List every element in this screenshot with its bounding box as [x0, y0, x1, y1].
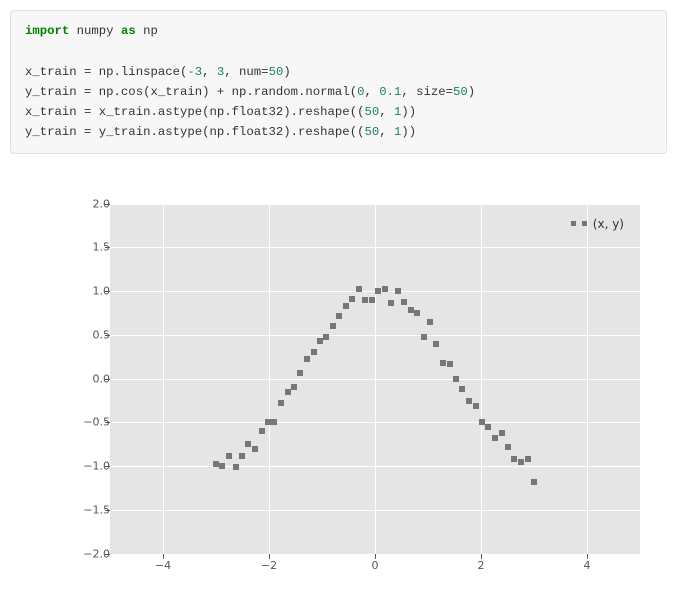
data-point — [388, 300, 394, 306]
data-point — [499, 430, 505, 436]
data-point — [349, 296, 355, 302]
data-point — [213, 461, 219, 467]
data-point — [304, 356, 310, 362]
data-point — [233, 464, 239, 470]
scatter-chart: (x, y) −2.0 −1.5 −1.0 −0.5 0.0 0.5 1.0 1.5 2.0 −4… — [50, 199, 650, 579]
data-point — [239, 453, 245, 459]
ytick-label: 0.5 — [70, 328, 110, 341]
data-point — [427, 319, 433, 325]
data-point — [219, 463, 225, 469]
data-point — [323, 334, 329, 340]
ytick-label: 1.0 — [70, 285, 110, 298]
data-point — [492, 435, 498, 441]
data-point — [317, 338, 323, 344]
xtick-label: 2 — [478, 559, 485, 572]
data-point — [291, 384, 297, 390]
data-point — [531, 479, 537, 485]
legend-label: (x, y) — [593, 217, 624, 231]
ytick-label: −1.0 — [70, 460, 110, 473]
data-point — [414, 310, 420, 316]
data-point — [466, 398, 472, 404]
data-point — [265, 419, 271, 425]
data-point — [252, 446, 258, 452]
xtick-label: −4 — [155, 559, 171, 572]
data-point — [525, 456, 531, 462]
data-point — [473, 403, 479, 409]
ytick-label: −0.5 — [70, 416, 110, 429]
legend-marker — [571, 221, 576, 226]
ytick-label: 1.5 — [70, 241, 110, 254]
data-point — [401, 299, 407, 305]
data-point — [447, 361, 453, 367]
data-point — [297, 370, 303, 376]
data-point — [369, 297, 375, 303]
data-point — [408, 307, 414, 313]
data-point — [479, 419, 485, 425]
ytick-label: 2.0 — [70, 197, 110, 210]
code-block: import numpy as np x_train = np.linspace… — [10, 10, 667, 154]
data-point — [311, 349, 317, 355]
data-point — [356, 286, 362, 292]
data-point — [343, 303, 349, 309]
data-point — [459, 386, 465, 392]
data-point — [511, 456, 517, 462]
data-point — [226, 453, 232, 459]
data-point — [362, 297, 368, 303]
xtick-label: 0 — [372, 559, 379, 572]
data-point — [440, 360, 446, 366]
data-point — [278, 400, 284, 406]
data-point — [330, 323, 336, 329]
data-point — [382, 286, 388, 292]
legend: (x, y) — [563, 212, 632, 236]
data-point — [375, 288, 381, 294]
ytick-label: −1.5 — [70, 503, 110, 516]
data-point — [395, 288, 401, 294]
plot-area: (x, y) — [110, 204, 640, 554]
data-point — [336, 313, 342, 319]
data-point — [518, 459, 524, 465]
data-point — [421, 334, 427, 340]
data-point — [433, 341, 439, 347]
xtick-label: 4 — [584, 559, 591, 572]
data-point — [485, 424, 491, 430]
data-point — [259, 428, 265, 434]
data-point — [271, 419, 277, 425]
data-point — [245, 441, 251, 447]
ytick-label: 0.0 — [70, 372, 110, 385]
xtick-label: −2 — [261, 559, 277, 572]
data-point — [285, 389, 291, 395]
ytick-label: −2.0 — [70, 547, 110, 560]
data-point — [505, 444, 511, 450]
data-point — [453, 376, 459, 382]
